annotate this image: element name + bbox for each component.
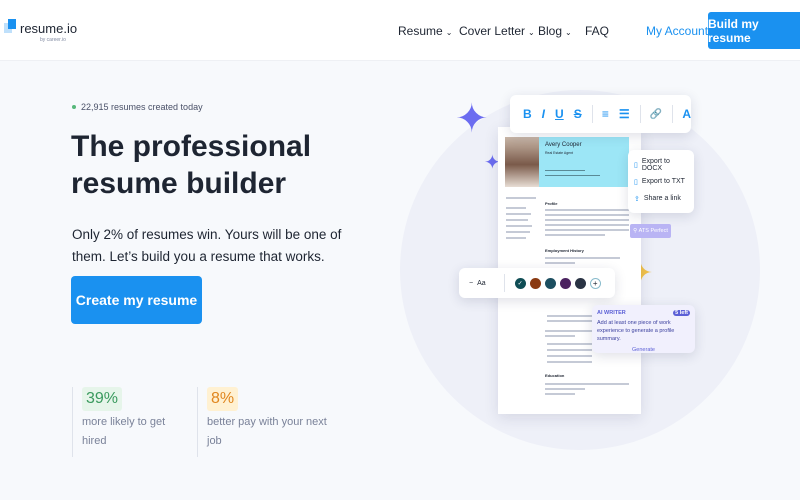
- spellcheck-icon[interactable]: A: [682, 107, 691, 121]
- text-format-toolbar: B I U S ≡ ☰ 🔗 A: [510, 95, 691, 133]
- document-icon: ▯: [634, 178, 638, 186]
- page-title: The professional resume builder: [71, 130, 312, 200]
- resume-role: Real Estate Agent: [545, 151, 574, 155]
- menu-label: Export to DOCX: [641, 157, 670, 172]
- nav-label: Blog: [538, 24, 563, 38]
- ats-badge: ⚲ ATS Perfect: [630, 224, 671, 238]
- strikethrough-icon[interactable]: S: [574, 107, 582, 121]
- resume-count: 22,915 resumes created today: [72, 102, 203, 112]
- stat-label: more likely to get hired: [82, 416, 166, 447]
- logo-text: resume.io: [20, 21, 78, 36]
- numbered-list-icon[interactable]: ≡: [602, 107, 609, 121]
- italic-icon[interactable]: I: [542, 107, 545, 121]
- stat-pay: 8% better pay with your next job: [197, 387, 327, 457]
- nav-faq[interactable]: FAQ: [585, 24, 609, 38]
- chevron-down-icon: ⌄: [528, 28, 535, 37]
- underline-icon[interactable]: U: [555, 107, 564, 121]
- sparkle-icon: ✦: [455, 97, 489, 141]
- nav-cover-letter[interactable]: Cover Letter ⌄: [459, 24, 535, 38]
- nav-label: Cover Letter: [459, 24, 526, 38]
- hero-subtitle: Only 2% of resumes win. Yours will be on…: [72, 227, 342, 264]
- document-icon: ▯: [634, 161, 638, 169]
- design-toolbar: − Aa ✓ +: [459, 268, 615, 298]
- site-header: resume.io by career.io Resume ⌄ Cover Let…: [0, 0, 800, 61]
- section-heading: Education: [545, 373, 565, 378]
- color-swatch-selected[interactable]: ✓: [514, 277, 526, 289]
- menu-label: Export to TXT: [641, 178, 685, 185]
- my-account-link[interactable]: My Account: [646, 24, 708, 38]
- color-swatch[interactable]: [544, 277, 556, 289]
- ats-label: ATS Perfect: [638, 228, 668, 234]
- export-txt[interactable]: ▯ Export to TXT: [634, 173, 688, 190]
- link-icon[interactable]: 🔗: [650, 109, 662, 120]
- chevron-down-icon: ⌄: [565, 28, 572, 37]
- status-dot-icon: [72, 105, 76, 109]
- bold-icon[interactable]: B: [523, 107, 532, 121]
- stat-value: 39%: [82, 387, 123, 411]
- nav-blog[interactable]: Blog ⌄: [538, 24, 572, 38]
- nav-label: Resume: [398, 24, 443, 38]
- share-icon: ⇪: [634, 195, 640, 203]
- section-heading: Profile: [545, 201, 558, 206]
- chevron-down-icon: ⌄: [445, 28, 453, 37]
- profile-photo: [505, 137, 539, 187]
- section-heading: Employment History: [545, 248, 584, 253]
- logo-icon: [4, 19, 16, 33]
- stat-label: better pay with your next job: [207, 416, 327, 447]
- logo-subtext: by career.io: [40, 37, 66, 43]
- add-color-icon[interactable]: +: [589, 277, 601, 289]
- color-swatch[interactable]: [529, 277, 541, 289]
- share-link[interactable]: ⇪ Share a link: [634, 190, 688, 207]
- resume-name: Avery Cooper: [545, 142, 582, 148]
- menu-label: Share a link: [643, 195, 681, 202]
- resume-count-text: 22,915 resumes created today: [81, 102, 203, 112]
- create-resume-button[interactable]: Create my resume: [71, 276, 202, 324]
- resume-header: Avery Cooper Real Estate Agent: [539, 137, 629, 187]
- font-button[interactable]: Aa: [477, 280, 486, 287]
- export-docx[interactable]: ▯ Export to DOCX: [634, 156, 688, 173]
- generate-button[interactable]: Generate: [597, 347, 690, 353]
- color-swatch[interactable]: [574, 277, 586, 289]
- export-menu: ▯ Export to DOCX ▯ Export to TXT ⇪ Share a …: [628, 150, 694, 213]
- ai-writer-card: AI WRITER 5 left Add at least one piece …: [592, 305, 695, 353]
- stat-value: 8%: [207, 387, 239, 411]
- minus-icon[interactable]: −: [469, 280, 473, 287]
- ai-credits-badge: 5 left: [673, 310, 690, 316]
- stat-hired: 39% more likely to get hired: [72, 387, 182, 457]
- bullet-list-icon[interactable]: ☰: [619, 107, 630, 121]
- build-resume-button[interactable]: Build my resume: [708, 12, 800, 49]
- color-swatch[interactable]: [559, 277, 571, 289]
- nav-label: FAQ: [585, 24, 610, 38]
- ai-writer-text: Add at least one piece of work experienc…: [597, 320, 675, 342]
- ai-writer-label: AI WRITER: [597, 310, 626, 316]
- nav-resume[interactable]: Resume ⌄: [398, 24, 452, 38]
